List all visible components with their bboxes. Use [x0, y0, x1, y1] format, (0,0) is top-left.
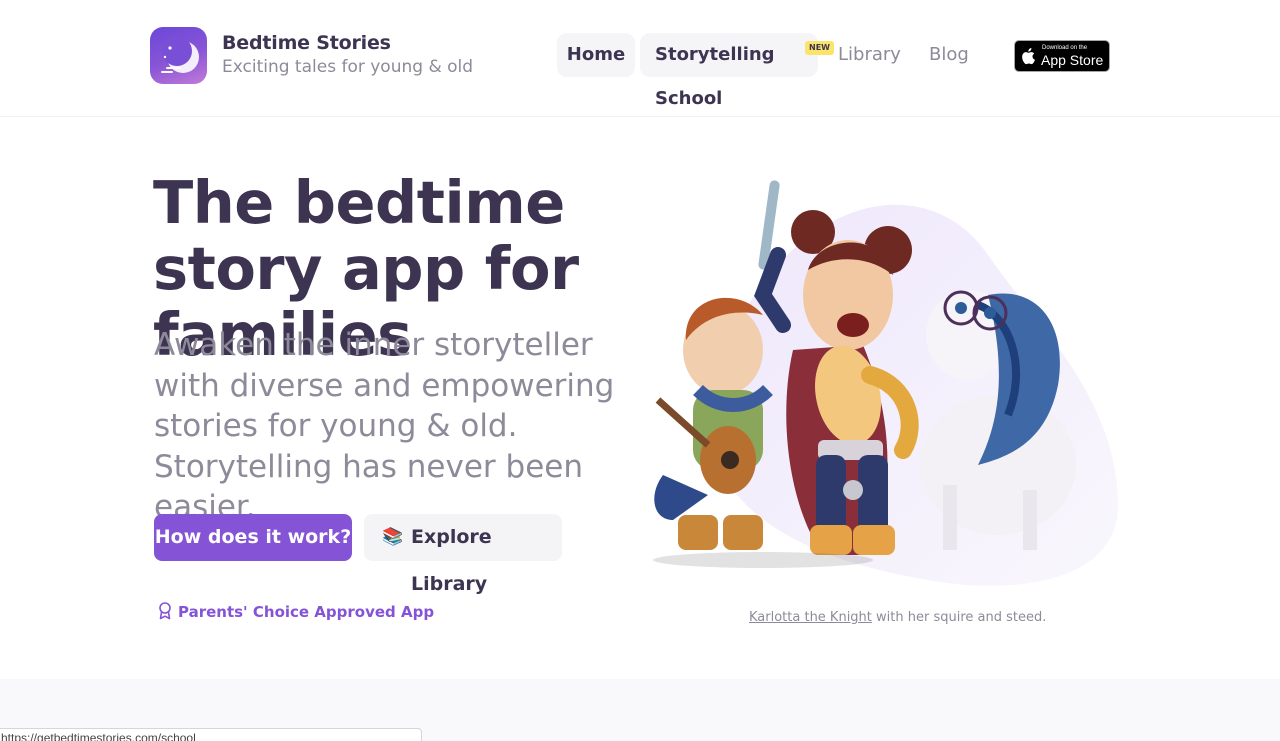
- nav-blog[interactable]: Blog: [929, 33, 969, 77]
- ribbon-icon: [159, 602, 171, 620]
- books-icon: 📚: [382, 527, 404, 547]
- karlotta-link[interactable]: Karlotta the Knight: [749, 610, 872, 625]
- brand-tagline: Exciting tales for young & old: [222, 57, 474, 77]
- how-does-it-work-button[interactable]: How does it work?: [154, 514, 352, 561]
- nav-library[interactable]: Library: [838, 33, 901, 77]
- apple-icon: [1022, 48, 1035, 65]
- appstore-small-text: Download on the: [1042, 45, 1088, 51]
- appstore-big-text: App Store: [1041, 52, 1104, 68]
- caption-rest: with her squire and steed.: [871, 610, 1047, 625]
- nav-storytelling-school[interactable]: Storytelling School: [640, 33, 818, 109]
- new-badge: NEW: [805, 41, 834, 55]
- nav-home[interactable]: Home: [557, 33, 635, 77]
- explore-library-label: Explore Library: [411, 526, 492, 595]
- site-header: Bedtime Stories Exciting tales for young…: [0, 0, 1280, 117]
- illustration-caption: Karlotta the Knight with her squire and …: [749, 610, 1046, 625]
- explore-library-button[interactable]: 📚 Explore Library: [364, 514, 562, 595]
- hero-illustration: [648, 175, 1128, 590]
- moon-logo-icon[interactable]: [150, 27, 207, 84]
- app-store-button[interactable]: Download on the App Store: [1014, 40, 1110, 72]
- brand-name[interactable]: Bedtime Stories: [222, 32, 391, 54]
- award-label: Parents' Choice Approved App: [178, 603, 435, 621]
- hero-subtitle: Awaken the inner storyteller with divers…: [154, 327, 615, 525]
- status-bar-url: https://getbedtimestories.com/school: [0, 728, 422, 741]
